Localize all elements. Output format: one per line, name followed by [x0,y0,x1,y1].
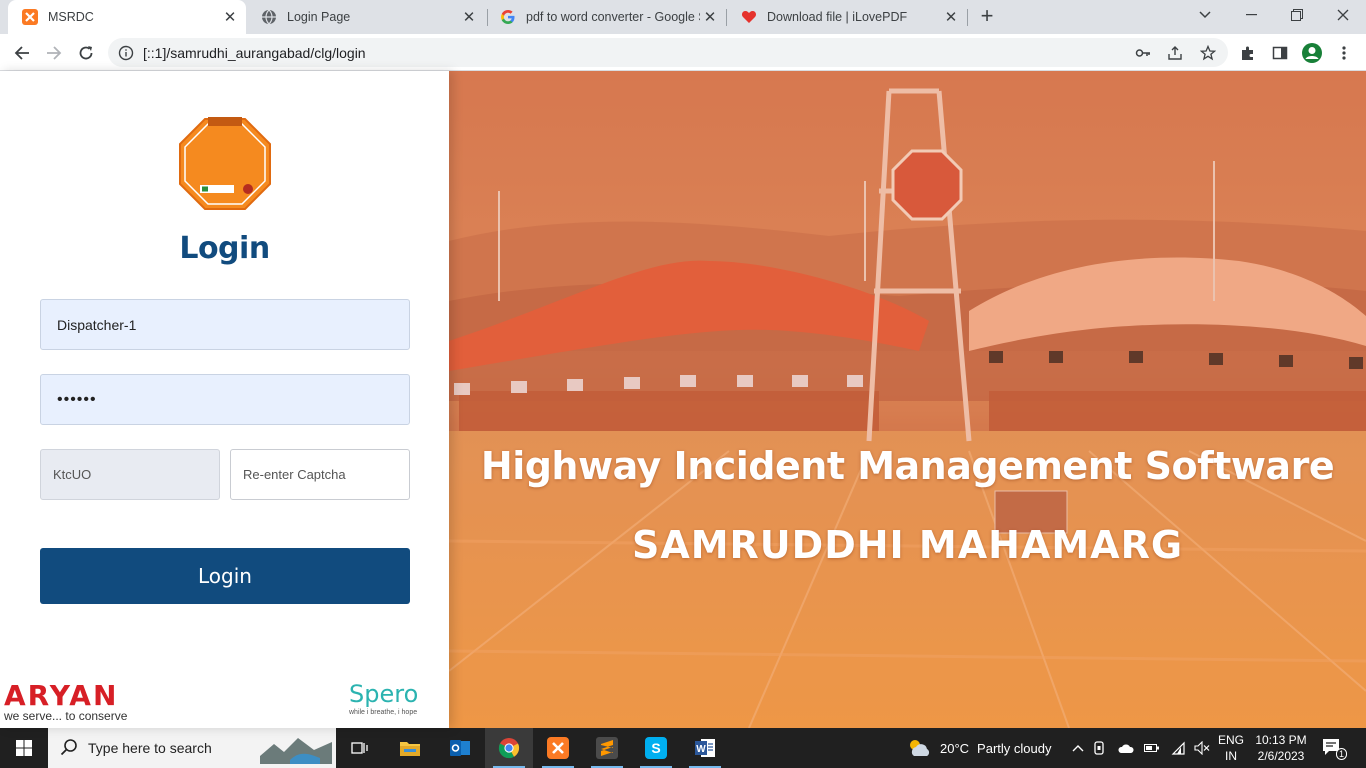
word-icon[interactable]: W [681,728,729,768]
login-button[interactable]: Login [40,548,410,604]
wifi-icon[interactable] [1170,741,1186,755]
notification-center-icon[interactable]: 1 [1322,738,1347,760]
battery-icon[interactable] [1144,743,1160,753]
tab-login-page[interactable]: Login Page ✕ [247,0,485,34]
xampp-favicon-icon [22,9,38,25]
back-button[interactable] [8,39,36,67]
forward-button[interactable] [40,39,68,67]
captcha-input[interactable]: Re-enter Captcha [230,449,410,500]
bookmark-star-icon[interactable] [1199,44,1217,62]
chevron-up-icon[interactable] [1072,744,1084,752]
file-explorer-icon[interactable] [386,728,434,768]
system-tray [1072,728,1210,768]
tab-google-search[interactable]: pdf to word converter - Google S ✕ [486,0,726,34]
site-info-icon[interactable] [118,45,134,61]
side-panel-icon[interactable] [1270,43,1290,63]
spero-logo: Spero while i breathe, i hope [349,681,439,716]
tab-close-icon[interactable]: ✕ [700,7,720,27]
partly-cloudy-icon [906,737,932,759]
login-title: Login [179,231,270,266]
clock-date: 2/6/2023 [1257,749,1305,763]
url-text: [::1]/samrudhi_aurangabad/clg/login [143,44,366,61]
windows-taskbar: Type here to search S W 20°C Partly clou… [0,728,1366,768]
tab-title: Download file | iLovePDF [767,10,908,24]
aryan-logo: ARYAN we serve... to conserve [4,679,144,724]
weather-temp: 20°C [940,740,970,756]
tab-ilovepdf[interactable]: Download file | iLovePDF ✕ [727,0,967,34]
browser-toolbar: [::1]/samrudhi_aurangabad/clg/login [0,34,1366,71]
search-icon [60,738,78,759]
chrome-menu-icon[interactable] [1334,43,1354,63]
spero-wordmark: Spero [349,680,419,708]
heart-icon [741,9,757,25]
sublime-text-icon[interactable] [583,728,631,768]
tab-search-chevron-icon[interactable] [1182,0,1228,30]
language-indicator[interactable]: ENG IN [1214,732,1248,764]
username-input[interactable]: Dispatcher-1 [40,299,410,350]
password-input[interactable]: •••••• [40,374,410,425]
new-tab-button[interactable]: + [976,5,998,27]
task-view-icon[interactable] [336,728,384,768]
weather-widget[interactable]: 20°C Partly cloudy [906,728,1051,768]
restore-button[interactable] [1274,0,1320,30]
profile-avatar-icon[interactable] [1302,43,1322,63]
notification-badge: 1 [1335,748,1347,760]
outlook-icon[interactable] [436,728,484,768]
onedrive-cloud-icon[interactable] [1118,742,1134,754]
toll-plaza-illustration [449,71,1366,728]
close-window-button[interactable] [1320,0,1366,30]
volume-muted-icon[interactable] [1194,741,1210,755]
hero-heading: Highway Incident Management Software [480,444,1335,488]
tab-msrdc[interactable]: MSRDC ✕ [8,0,246,34]
clock[interactable]: 10:13 PM 2/6/2023 [1252,732,1310,764]
hero-panel: Highway Incident Management Software SAM… [449,71,1366,728]
aryan-wordmark: ARYAN [4,679,119,712]
tab-title: Login Page [287,10,351,24]
extensions-puzzle-icon[interactable] [1238,43,1258,63]
chrome-taskbar-icon[interactable] [485,728,533,768]
samruddhi-logo [178,116,272,211]
tab-close-icon[interactable]: ✕ [459,7,479,27]
tab-title: pdf to word converter - Google S [526,10,700,24]
search-placeholder: Type here to search [88,740,212,756]
search-highlight-image [260,732,332,764]
svg-text:W: W [696,744,706,755]
tab-close-icon[interactable]: ✕ [941,7,961,27]
browser-tab-strip: MSRDC ✕ Login Page ✕ pdf to word convert… [0,0,1366,34]
meet-now-icon[interactable] [1094,741,1108,755]
address-bar[interactable]: [::1]/samrudhi_aurangabad/clg/login [108,38,1228,67]
svg-text:S: S [651,740,660,756]
tab-separator [967,9,968,26]
hero-subheading: SAMRUDDHI MAHAMARG [631,523,1184,567]
key-icon[interactable] [1134,44,1152,62]
share-icon[interactable] [1166,44,1184,62]
login-panel: Login Dispatcher-1 •••••• KtcUO Re-enter… [0,71,449,728]
google-icon [500,9,516,25]
region-code: IN [1225,749,1237,763]
clock-time: 10:13 PM [1255,733,1307,747]
globe-icon [261,9,277,25]
lang-code: ENG [1217,733,1244,747]
tab-title: MSRDC [48,10,94,24]
taskbar-search-box[interactable]: Type here to search [48,728,336,768]
xampp-taskbar-icon[interactable] [534,728,582,768]
page-content: Login Dispatcher-1 •••••• KtcUO Re-enter… [0,71,1366,728]
windows-start-button[interactable] [0,728,48,768]
captcha-display: KtcUO [40,449,220,500]
minimize-button[interactable] [1228,0,1274,30]
weather-description: Partly cloudy [977,740,1052,756]
reload-button[interactable] [72,39,100,67]
skype-icon[interactable]: S [632,728,680,768]
spero-tagline: while i breathe, i hope [349,709,418,716]
aryan-tagline: we serve... to conserve [4,709,128,723]
tab-close-icon[interactable]: ✕ [220,7,240,27]
